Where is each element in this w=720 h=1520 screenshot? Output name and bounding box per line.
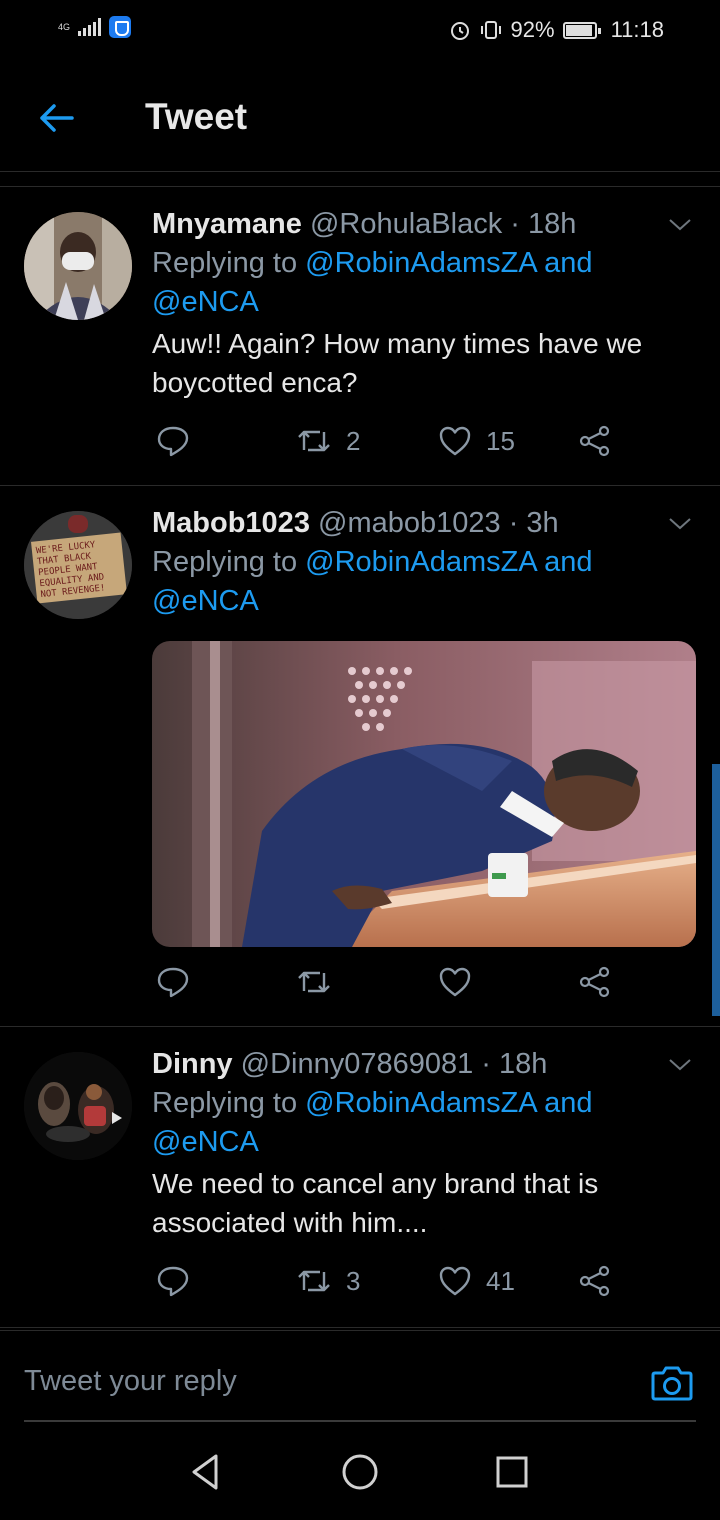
retweet-count: 3 bbox=[346, 1265, 361, 1296]
tweet-meta: Mnyamane @RohulaBlack · 18h bbox=[152, 204, 696, 244]
scrollbar[interactable] bbox=[712, 764, 720, 1016]
replying-prefix: Replying to bbox=[152, 1087, 306, 1119]
tweet-meta: Dinny @Dinny07869081 · 18h bbox=[152, 1044, 696, 1084]
nav-recents-icon[interactable] bbox=[490, 1450, 534, 1494]
replying-to-link[interactable]: @RobinAdamsZA and bbox=[305, 1087, 592, 1119]
tweet-content: Mabob1023 @mabob1023 · 3h Replying to @R… bbox=[152, 503, 696, 621]
author-name[interactable]: Mnyamane bbox=[152, 208, 302, 240]
tweet-actions: 2 15 bbox=[152, 424, 622, 468]
reply-icon bbox=[157, 1266, 189, 1297]
share-icon bbox=[579, 966, 610, 998]
tweet-meta: Mabob1023 @mabob1023 · 3h bbox=[152, 503, 696, 543]
retweet-button[interactable] bbox=[296, 965, 346, 999]
reply-button[interactable] bbox=[156, 1264, 190, 1298]
share-button[interactable] bbox=[578, 965, 612, 999]
avatar-image bbox=[24, 212, 132, 320]
like-icon bbox=[439, 426, 471, 456]
retweet-count: 2 bbox=[346, 425, 361, 456]
photo-man-bowing bbox=[152, 641, 696, 947]
replying-to-link[interactable]: @RobinAdamsZA and bbox=[305, 247, 592, 279]
replying-to-link-2[interactable]: @eNCA bbox=[152, 286, 259, 318]
page-title: Tweet bbox=[145, 96, 248, 137]
avatar[interactable] bbox=[24, 212, 132, 320]
replying-to: Replying to @RobinAdamsZA and @eNCA bbox=[152, 244, 696, 322]
camera-icon[interactable] bbox=[650, 1361, 694, 1405]
battery-percent: 92% bbox=[510, 17, 555, 42]
retweet-button[interactable]: 3 bbox=[296, 1264, 360, 1298]
retweet-button[interactable]: 2 bbox=[296, 424, 360, 458]
reply-tweet[interactable]: Mnyamane @RohulaBlack · 18h Replying to … bbox=[0, 188, 720, 486]
share-icon bbox=[579, 1265, 610, 1297]
author-handle[interactable]: @RohulaBlack bbox=[310, 208, 502, 240]
clock: 11:18 bbox=[610, 17, 664, 42]
tweet-actions: 3 41 bbox=[152, 1264, 622, 1308]
reply-composer: Tweet your reply bbox=[0, 1330, 720, 1422]
avatar[interactable]: WE'RE LUCKY THAT BLACK PEOPLE WANT EQUAL… bbox=[24, 511, 132, 619]
nav-home-icon[interactable] bbox=[338, 1450, 382, 1494]
reply-icon bbox=[157, 967, 189, 998]
replying-prefix: Replying to bbox=[152, 546, 306, 578]
network-indicator: 4G bbox=[58, 21, 71, 32]
avatar-image bbox=[24, 1052, 132, 1160]
like-count: 15 bbox=[486, 425, 515, 456]
tweet-text: Auw!! Again? How many times have we boyc… bbox=[152, 328, 643, 398]
avatar[interactable] bbox=[24, 1052, 132, 1160]
alarm-icon bbox=[450, 22, 469, 40]
vibrate-icon bbox=[480, 21, 501, 39]
battery-icon bbox=[562, 21, 601, 39]
author-handle[interactable]: @Dinny07869081 bbox=[241, 1048, 474, 1080]
share-button[interactable] bbox=[578, 424, 612, 458]
status-right: 92% 11:18 bbox=[449, 17, 664, 43]
top-app-bar: Tweet bbox=[0, 62, 720, 172]
tweet-time: · 18h bbox=[481, 1048, 548, 1080]
divider bbox=[0, 186, 720, 187]
reply-tweet[interactable]: Dinny @Dinny07869081 · 18h Replying to @… bbox=[0, 1028, 720, 1328]
tweet-content: Mnyamane @RohulaBlack · 18h Replying to … bbox=[152, 204, 696, 402]
reply-button[interactable] bbox=[156, 965, 190, 999]
replying-to: Replying to @RobinAdamsZA and @eNCA bbox=[152, 1084, 696, 1162]
share-icon bbox=[579, 425, 610, 457]
retweet-icon bbox=[298, 971, 330, 993]
retweet-icon bbox=[298, 1270, 330, 1292]
author-handle[interactable]: @mabob1023 bbox=[318, 507, 501, 539]
author-name[interactable]: Mabob1023 bbox=[152, 507, 310, 539]
chevron-down-icon[interactable] bbox=[668, 1052, 692, 1076]
back-arrow-icon[interactable] bbox=[36, 98, 76, 138]
like-icon bbox=[439, 967, 471, 997]
avatar-image: WE'RE LUCKY THAT BLACK PEOPLE WANT EQUAL… bbox=[24, 511, 132, 619]
tweet-content: Dinny @Dinny07869081 · 18h Replying to @… bbox=[152, 1044, 696, 1242]
like-button[interactable] bbox=[438, 965, 486, 999]
retweet-icon bbox=[298, 430, 330, 452]
reply-input[interactable]: Tweet your reply bbox=[24, 1365, 237, 1398]
network-type: 4G bbox=[58, 21, 71, 32]
tweet-media-image[interactable] bbox=[152, 641, 696, 947]
signal-icon bbox=[78, 18, 102, 36]
replying-to-link[interactable]: @RobinAdamsZA and bbox=[305, 546, 592, 578]
system-nav-bar bbox=[0, 1424, 720, 1520]
replying-to-link-2[interactable]: @eNCA bbox=[152, 585, 259, 617]
tweet-actions bbox=[152, 965, 622, 1009]
tweet-time: · 3h bbox=[508, 507, 559, 539]
like-button[interactable]: 15 bbox=[438, 424, 515, 458]
tweet-time: · 18h bbox=[510, 208, 577, 240]
nav-back-icon[interactable] bbox=[184, 1450, 228, 1494]
reply-icon bbox=[157, 426, 189, 457]
reply-button[interactable] bbox=[156, 424, 190, 458]
chevron-down-icon[interactable] bbox=[668, 511, 692, 535]
like-count: 41 bbox=[486, 1265, 515, 1296]
replying-prefix: Replying to bbox=[152, 247, 306, 279]
share-button[interactable] bbox=[578, 1264, 612, 1298]
replying-to-link-2[interactable]: @eNCA bbox=[152, 1126, 259, 1158]
like-button[interactable]: 41 bbox=[438, 1264, 515, 1298]
chevron-down-icon[interactable] bbox=[668, 212, 692, 236]
composer-underline bbox=[24, 1420, 696, 1422]
vpn-shield-icon bbox=[109, 16, 132, 38]
reply-tweet[interactable]: WE'RE LUCKY THAT BLACK PEOPLE WANT EQUAL… bbox=[0, 487, 720, 1027]
replying-to: Replying to @RobinAdamsZA and @eNCA bbox=[152, 543, 696, 621]
author-name[interactable]: Dinny bbox=[152, 1048, 233, 1080]
like-icon bbox=[439, 1266, 471, 1296]
status-left: 4G bbox=[58, 16, 132, 38]
tweet-text: We need to cancel any brand that is asso… bbox=[152, 1168, 599, 1238]
status-bar: 4G 92% 11:18 bbox=[0, 0, 720, 62]
